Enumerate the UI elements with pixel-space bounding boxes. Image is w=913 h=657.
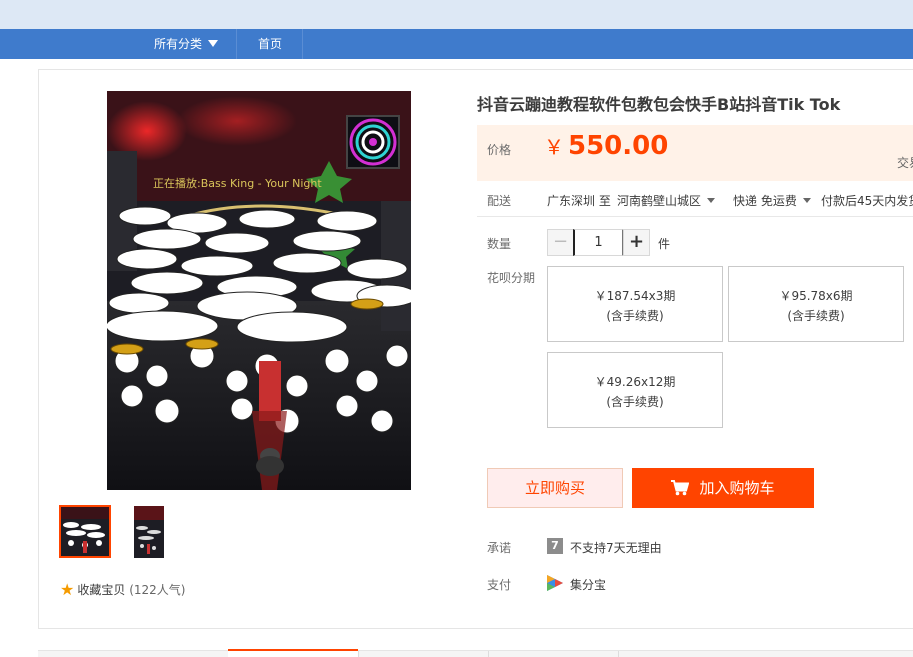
promise-text: 不支持7天无理由 [570, 541, 662, 555]
installment-plan-6[interactable]: ￥95.78x6期 (含手续费) [728, 266, 904, 342]
plan-amount: ￥49.26x12期 [594, 375, 676, 389]
plan-amount: ￥95.78x6期 [779, 289, 853, 303]
plan-fee: (含手续费) [787, 309, 845, 323]
plan-fee: (含手续费) [606, 395, 664, 409]
currency-symbol: ￥ [544, 135, 564, 159]
shipping-method-selector[interactable]: 快递 免运费 [733, 192, 811, 209]
seven-day-icon: 7 [547, 538, 563, 554]
main-product-image[interactable]: 正在播放:Bass King - Your Night [107, 91, 411, 490]
jifenbao-icon [547, 575, 563, 591]
nav-home-link[interactable]: 首页 [238, 29, 303, 59]
category-navbar: 所有分类 首页 [0, 29, 913, 59]
detail-tabs-bar [38, 650, 913, 657]
plan-fee: (含手续费) [606, 309, 664, 323]
caret-down-icon [208, 40, 218, 47]
thumbnail-1[interactable] [59, 505, 111, 558]
quantity-decrease-button[interactable]: − [547, 229, 574, 256]
tab-divider [618, 651, 619, 657]
all-categories-menu[interactable]: 所有分类 [136, 29, 237, 59]
installment-plan-12[interactable]: ￥49.26x12期 (含手续费) [547, 352, 723, 428]
shipping-method-value: 快递 免运费 [733, 194, 797, 208]
thumbnail-2[interactable] [134, 506, 164, 558]
delivery-label: 配送 [487, 194, 512, 208]
price-panel: 价格 ￥550.00 交易 [477, 125, 913, 181]
ship-to-selector[interactable]: 河南鹤壁山城区 [617, 192, 716, 209]
caret-down-icon [802, 198, 811, 203]
ship-time: 付款后45天内发货 [821, 194, 913, 208]
tab-divider [358, 651, 359, 657]
plan-amount: ￥187.54x3期 [594, 289, 676, 303]
trade-label: 交易 [897, 156, 913, 170]
quantity-unit: 件 [658, 237, 671, 251]
thumbnail-1-art [61, 507, 109, 556]
favorite-count: (122人气) [129, 583, 186, 597]
price-amount: 550.00 [568, 131, 669, 161]
add-to-cart-button[interactable]: 加入购物车 [632, 468, 814, 508]
product-image-art [107, 91, 411, 490]
favorite-button[interactable]: ★ 收藏宝贝 (122人气) [60, 580, 185, 599]
product-title: 抖音云蹦迪教程软件包教包会快手B站抖音Tik Tok [477, 95, 841, 114]
favorite-label: 收藏宝贝 [77, 583, 126, 597]
installment-label: 花呗分期 [487, 271, 536, 285]
caret-down-icon [707, 198, 716, 203]
ship-from: 广东深圳 至 [547, 194, 611, 208]
image-caption-overlay: 正在播放:Bass King - Your Night [153, 177, 322, 190]
price-label: 价格 [487, 143, 512, 157]
promise-label: 承诺 [487, 541, 512, 555]
star-icon: ★ [60, 580, 75, 599]
tab-active[interactable] [228, 649, 358, 657]
quantity-increase-button[interactable]: + [623, 229, 650, 256]
tab-divider [488, 651, 489, 657]
payment-label: 支付 [487, 578, 512, 592]
top-strip [0, 0, 913, 29]
quantity-label: 数量 [487, 237, 512, 251]
add-to-cart-label: 加入购物车 [699, 479, 775, 497]
thumbnail-2-art [134, 506, 164, 558]
payment-method: 集分宝 [570, 578, 607, 592]
buy-now-button[interactable]: 立即购买 [487, 468, 623, 508]
quantity-input[interactable] [573, 229, 624, 256]
installment-plan-3[interactable]: ￥187.54x3期 (含手续费) [547, 266, 723, 342]
cart-icon [671, 480, 690, 496]
all-categories-label: 所有分类 [153, 37, 202, 51]
ship-to-value: 河南鹤壁山城区 [617, 194, 702, 208]
price-value: ￥ 550.00 [544, 131, 668, 161]
